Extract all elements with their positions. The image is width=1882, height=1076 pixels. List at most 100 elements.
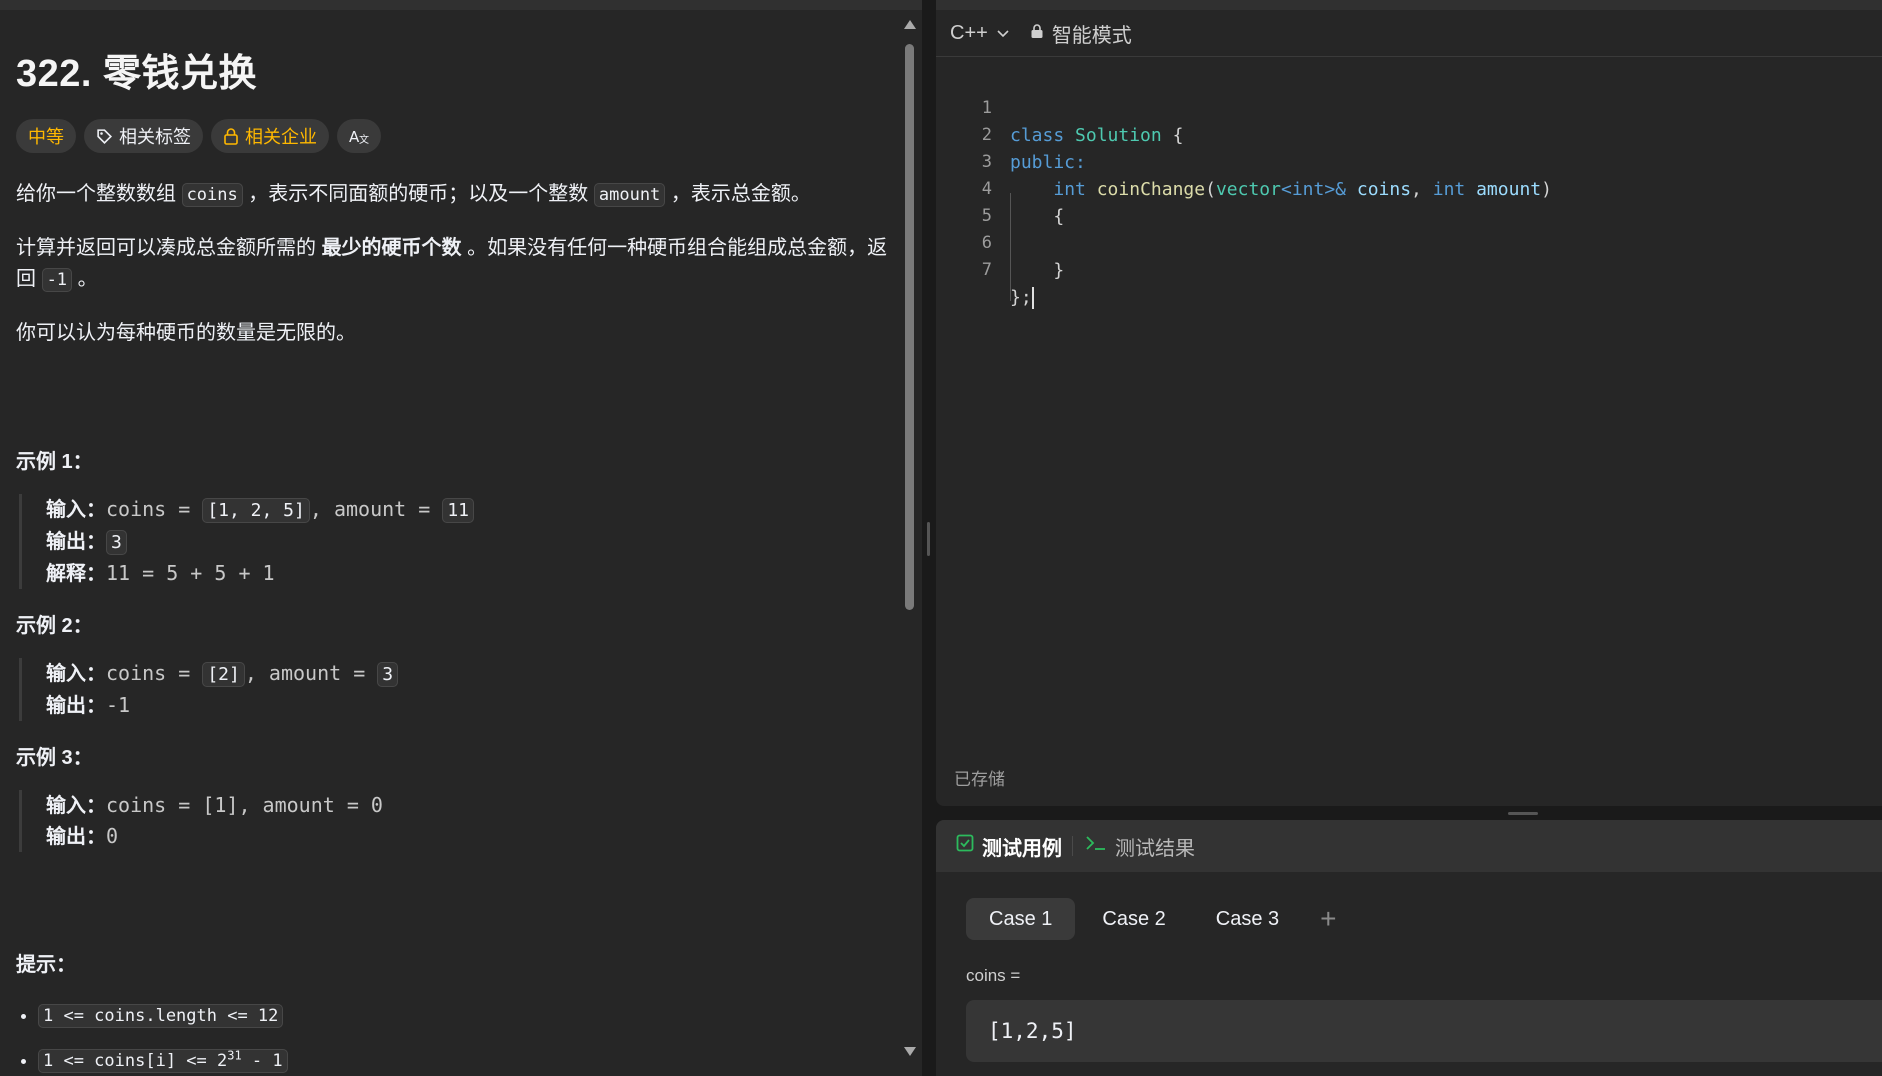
tab-test-cases[interactable]: 测试用例 [936, 832, 1072, 861]
problem-description: 322. 零钱兑换 中等 相关标签 相关企业 A文 给你一个整数数组 coins… [16, 36, 896, 1076]
inline-code: 3 [106, 530, 127, 555]
chevron-down-icon [996, 22, 1010, 45]
code-line[interactable]: 2 public: [936, 95, 1882, 173]
test-tab-bar: 测试用例 测试结果 [936, 820, 1882, 872]
param-input[interactable]: [1,2,5] [966, 1000, 1882, 1062]
list-item: 1 <= coins.length <= 12 [38, 1004, 896, 1028]
list-item: 1 <= coins[i] <= 231 - 1 [38, 1048, 896, 1073]
example-title: 示例 3： [16, 747, 93, 769]
test-panel: 测试用例 测试结果 Case 1 Case 2 Case 3 + coins =… [936, 820, 1882, 1076]
code-line[interactable]: 6 } [936, 203, 1882, 281]
related-tags-button[interactable]: 相关标签 [84, 119, 203, 153]
code-text-area[interactable]: 1 class Solution { 2 public: 3 int coinC… [936, 68, 1882, 309]
description-p2: 计算并返回可以凑成总金额所需的 最少的硬币个数 。如果没有任何一种硬币组合能组成… [16, 233, 896, 296]
splitter-handle[interactable] [1508, 812, 1538, 815]
smart-mode-label: 智能模式 [1051, 24, 1132, 47]
scrollbar[interactable] [902, 16, 916, 1062]
lock-icon [1030, 22, 1044, 45]
inline-code: 1 <= coins[i] <= 231 - 1 [38, 1048, 288, 1073]
example-block: 输入：coins = [1, 2, 5], amount = 11 输出： 3 解… [19, 494, 896, 589]
smart-mode-toggle[interactable]: 智能模式 [1030, 19, 1132, 48]
panel-topbar [936, 0, 1882, 10]
scroll-up-arrow-icon[interactable] [904, 20, 916, 29]
bold-text: 最少的硬币个数 [321, 237, 462, 259]
svg-text:文: 文 [359, 133, 369, 145]
inline-code: -1 [41, 268, 73, 292]
code-line[interactable]: 3 int coinChange(vector<int>& coins, int… [936, 122, 1882, 200]
inline-code: [2] [202, 662, 245, 687]
code-text: } [1010, 260, 1065, 281]
tab-label: 测试结果 [1115, 837, 1195, 860]
case-tab-3[interactable]: Case 3 [1193, 898, 1302, 940]
page-title: 322. 零钱兑换 [16, 53, 258, 95]
translate-icon: A文 [349, 127, 369, 145]
line-number: 7 [981, 260, 992, 280]
text: - 1 [241, 1050, 283, 1071]
explain-text: 11 = 5 + 5 + 1 [106, 561, 275, 585]
splitter-handle[interactable] [927, 522, 930, 556]
text: coins = [106, 661, 203, 685]
inline-code: [1, 2, 5] [202, 498, 310, 523]
text: ，表示不同面额的硬币；以及一个整数 [242, 183, 594, 205]
code-line[interactable]: 5 [936, 176, 1882, 226]
hint-list: 1 <= coins.length <= 12 1 <= coins[i] <=… [16, 1004, 896, 1073]
related-tags-label: 相关标签 [119, 127, 191, 147]
text: ，表示总金额。 [665, 183, 811, 205]
text: 。 [72, 268, 98, 290]
scroll-down-arrow-icon[interactable] [904, 1047, 916, 1056]
language-selector[interactable]: C++ [950, 22, 1010, 45]
code-text: }; [1010, 287, 1032, 308]
text: 计算并返回可以凑成总金额所需的 [16, 237, 322, 259]
case-tabs: Case 1 Case 2 Case 3 + [966, 898, 1336, 940]
text: coins = [106, 497, 203, 521]
inline-code: amount [593, 183, 666, 207]
input-label: 输入： [46, 795, 106, 817]
checkbox-icon [956, 834, 974, 858]
example-block: 输入：coins = [2], amount = 3 输出：-1 [19, 658, 896, 721]
inline-code: 3 [377, 662, 399, 687]
code-line[interactable]: 7 }; [936, 230, 1882, 309]
tag-icon [96, 128, 113, 145]
editor-toolbar: C++ 智能模式 [936, 10, 1882, 57]
param-label: coins = [966, 966, 1021, 985]
text-cursor [1031, 287, 1034, 309]
output-label: 输出： [46, 695, 106, 717]
output-label: 输出： [46, 531, 106, 553]
output-text: 0 [106, 824, 119, 848]
inline-code: 11 [442, 498, 475, 523]
related-companies-label: 相关企业 [245, 127, 317, 147]
tab-label: 测试用例 [982, 837, 1062, 860]
inline-code: coins [181, 183, 243, 207]
hints-title: 提示： [16, 954, 76, 976]
related-companies-button[interactable]: 相关企业 [211, 119, 329, 153]
inline-code: 1 <= coins.length <= 12 [38, 1004, 284, 1028]
terminal-icon [1085, 834, 1107, 858]
save-status: 已存储 [954, 770, 1005, 789]
code-line[interactable]: 4 { [936, 149, 1882, 227]
tab-test-results[interactable]: 测试结果 [1073, 832, 1205, 861]
text: , amount = [244, 661, 378, 685]
panel-topbar [0, 0, 922, 10]
code-editor-panel: C++ 智能模式 1 class Solution { 2 public: 3 … [936, 0, 1882, 806]
description-p3: 你可以认为每种硬币的数量是无限的。 [16, 322, 356, 344]
vertical-splitter[interactable] [922, 0, 936, 1076]
input-label: 输入： [46, 499, 106, 521]
input-label: 输入： [46, 663, 106, 685]
case-tab-2[interactable]: Case 2 [1079, 898, 1188, 940]
problem-panel: 322. 零钱兑换 中等 相关标签 相关企业 A文 给你一个整数数组 coins… [0, 0, 922, 1076]
example-title: 示例 2： [16, 615, 93, 637]
description-p1: 给你一个整数数组 coins ，表示不同面额的硬币；以及一个整数 amount … [16, 179, 896, 211]
difficulty-badge[interactable]: 中等 [16, 119, 76, 153]
translate-button[interactable]: A文 [337, 119, 381, 153]
code-line[interactable]: 1 class Solution { [936, 68, 1882, 146]
text: 给你一个整数数组 [16, 183, 182, 205]
example-block: 输入：coins = [1], amount = 0 输出：0 [19, 790, 896, 852]
output-text: -1 [106, 693, 131, 717]
tag-row: 中等 相关标签 相关企业 A文 [16, 119, 896, 153]
text: 1 <= coins[i] <= 2 [43, 1050, 228, 1071]
add-case-button[interactable]: + [1320, 903, 1336, 935]
language-label: C++ [950, 21, 988, 44]
case-tab-1[interactable]: Case 1 [966, 898, 1076, 940]
horizontal-splitter[interactable] [936, 806, 1882, 820]
scroll-thumb[interactable] [905, 44, 914, 610]
